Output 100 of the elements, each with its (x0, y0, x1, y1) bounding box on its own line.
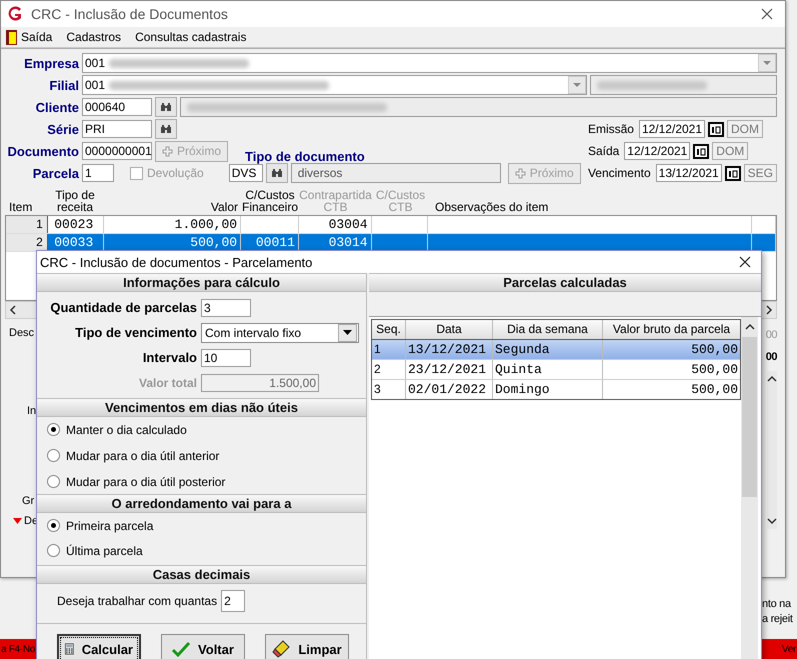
table-cell: 03004 (298, 216, 372, 233)
option-label[interactable]: Última parcela (66, 544, 143, 558)
branch-dropdown[interactable]: 001 (82, 75, 587, 95)
field-value: 00 (766, 351, 777, 363)
radio-button[interactable] (47, 423, 60, 436)
field-label: Empresa (23, 56, 79, 70)
column-header: Valor (210, 201, 239, 213)
radio-button[interactable] (47, 449, 60, 462)
option-label[interactable]: Mudar para o dia útil anterior (66, 448, 220, 462)
date-field[interactable]: 13/12/2021 (656, 164, 722, 182)
date-label: Vencimento (588, 166, 651, 180)
table-row[interactable]: 1 13/12/2021 Segunda 500,00 (372, 340, 740, 360)
scrollbar-thumb[interactable] (742, 337, 757, 497)
sort-down-icon[interactable] (13, 518, 22, 524)
total-value-field: 1.500,00 (201, 374, 319, 392)
table-cell: 1 (6, 216, 48, 233)
radio-button[interactable] (47, 544, 60, 557)
action-button[interactable]: Calcular (57, 634, 141, 659)
scrollbar[interactable] (741, 317, 758, 659)
weekday-field: SEG (744, 164, 777, 182)
close-icon[interactable] (739, 256, 751, 268)
scrollbar[interactable] (767, 371, 777, 529)
window-title: CRC - Inclusão de Documentos (31, 6, 229, 22)
table-cell-text: 500,00 (690, 341, 739, 359)
column-header: Tipo de receita (54, 189, 96, 213)
search-button[interactable] (266, 163, 288, 183)
binoculars-icon (160, 102, 172, 112)
message-text: nto na (762, 598, 792, 610)
installment-field[interactable]: 1 (82, 164, 114, 182)
search-button[interactable] (155, 119, 177, 139)
date-field[interactable]: 12/12/2021 (638, 120, 705, 138)
option-label[interactable]: Primeira parcela (66, 518, 154, 532)
column-header[interactable]: Data (406, 320, 493, 339)
document-field[interactable]: 0000000001 (82, 142, 152, 160)
plus-icon (514, 168, 526, 178)
column-header: C/Custos CTB (374, 189, 426, 213)
action-button[interactable]: Voltar (161, 634, 245, 659)
table-row[interactable]: 3 02/01/2022 Domingo 500,00 (372, 380, 740, 399)
option-label[interactable]: Mudar para o dia útil posterior (66, 474, 226, 488)
column-header: C/Custos Financeiro (241, 189, 299, 213)
option-label[interactable]: Manter o dia calculado (66, 422, 187, 436)
table-cell: 23/12/2021 (406, 360, 493, 379)
input-field[interactable]: 3 (201, 298, 251, 316)
company-dropdown[interactable]: 001 (82, 53, 777, 73)
action-button[interactable]: Limpar (265, 634, 349, 659)
message-text: a rejeit (762, 613, 794, 625)
checkmark-icon (172, 641, 190, 657)
grid-row[interactable]: 2 00033 500,00 00011 03014 (6, 234, 776, 252)
plus-icon (162, 146, 173, 156)
series-field[interactable]: PRI (82, 120, 152, 138)
table-row[interactable]: 2 23/12/2021 Quinta 500,00 (372, 360, 740, 380)
table-cell: 00023 (48, 216, 104, 233)
decimal-places-field[interactable]: 2 (221, 590, 246, 612)
weekday-field: DOM (726, 120, 763, 138)
table-cell-text: 500,00 (690, 381, 739, 399)
menu-item[interactable]: Consultas cadastrais (135, 30, 246, 44)
calendar-icon[interactable] (708, 122, 724, 136)
date-label: Emissão (588, 122, 634, 136)
eraser-icon (272, 640, 290, 658)
table-cell: 2 (6, 234, 48, 251)
binoculars-icon (160, 124, 172, 134)
menu-item[interactable]: Cadastros (66, 30, 122, 44)
table-cell: Segunda (493, 340, 603, 359)
menu-item[interactable]: Saída (21, 30, 52, 44)
search-button[interactable] (155, 97, 177, 117)
column-header[interactable]: Dia da semana (493, 320, 603, 339)
client-code-field[interactable]: 000640 (82, 98, 152, 116)
exit-door-icon[interactable] (6, 30, 17, 44)
weekday-field: DOM (712, 142, 748, 160)
document-type-name-field: diversos (290, 163, 501, 183)
field-label: In (27, 405, 36, 417)
section-header: Informações para cálculo (37, 273, 366, 292)
section-header: Vencimentos em dias não úteis (37, 398, 366, 417)
calendar-icon[interactable] (724, 166, 741, 180)
scroll-down-icon[interactable] (767, 517, 777, 525)
field-label: Deseja trabalhar com quantas (57, 594, 218, 608)
table-cell: 1.000,00 (104, 216, 242, 233)
binoculars-icon (270, 168, 283, 178)
field-label: Tipo de vencimento (74, 325, 197, 340)
column-header[interactable]: Valor bruto da parcela (603, 320, 740, 339)
field-label: Gr (22, 495, 34, 507)
due-type-dropdown[interactable]: Com intervalo fixo (201, 322, 359, 342)
radio-button[interactable] (47, 519, 60, 532)
calendar-icon[interactable] (693, 144, 710, 158)
field-label: Cliente (34, 100, 79, 114)
field-label: Filial (48, 78, 79, 92)
field-label: Desc (9, 327, 34, 339)
dropdown-arrow-icon[interactable] (343, 330, 352, 335)
field-value: 00 (766, 329, 777, 341)
field-label: Valor total (138, 376, 197, 390)
scroll-up-icon[interactable] (767, 375, 777, 383)
document-type-code-field[interactable]: DVS (228, 164, 263, 182)
column-header: Item (8, 201, 34, 213)
date-field[interactable]: 12/12/2021 (624, 142, 690, 160)
radio-button[interactable] (47, 475, 60, 488)
column-header[interactable]: Seq. (372, 320, 406, 339)
status-text: Ver (782, 644, 796, 654)
input-field[interactable]: 10 (201, 348, 251, 366)
scroll-up-icon[interactable] (744, 323, 754, 331)
close-icon[interactable] (761, 8, 773, 20)
